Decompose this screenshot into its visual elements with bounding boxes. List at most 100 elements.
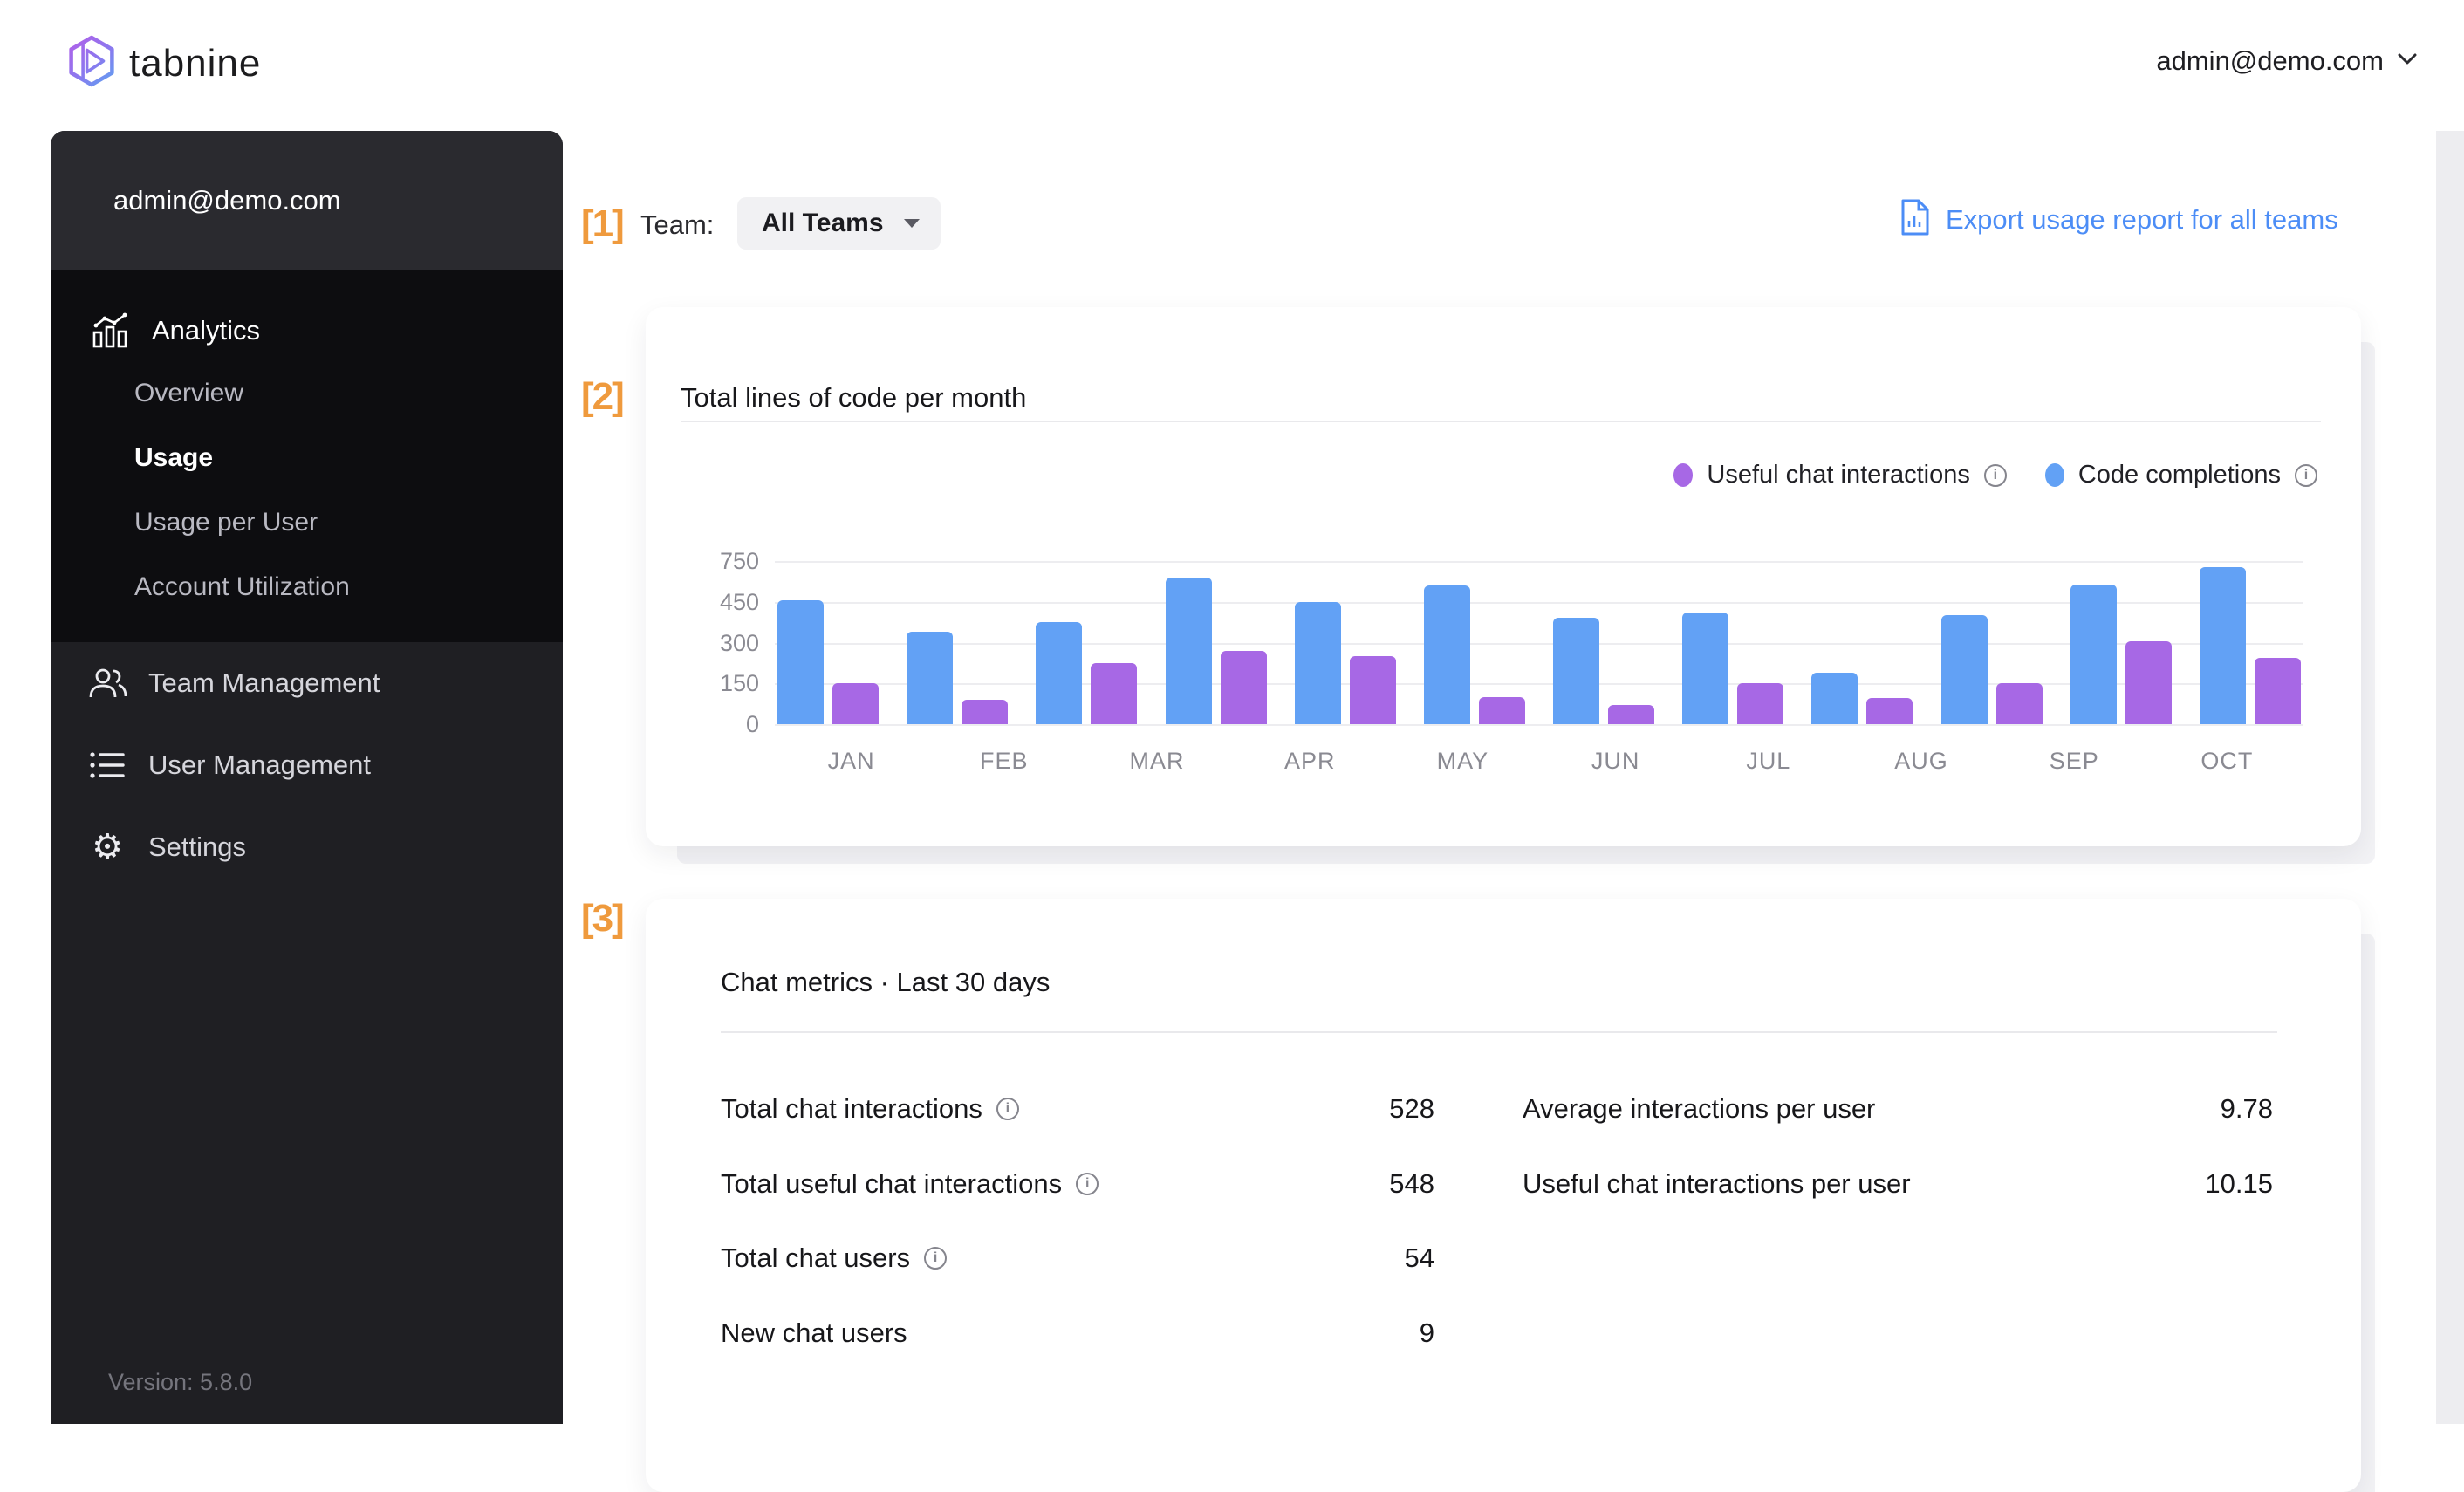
metric-value: 9 bbox=[1419, 1317, 1434, 1348]
y-tick-label: 450 bbox=[719, 588, 759, 615]
bar-code-completions bbox=[1036, 622, 1083, 724]
bar-code-completions bbox=[1294, 601, 1341, 724]
info-icon[interactable]: i bbox=[924, 1247, 948, 1270]
sidebar-item-overview[interactable]: Overview bbox=[51, 361, 563, 426]
x-tick-label: APR bbox=[1283, 748, 1336, 774]
bar-useful-chat-interactions bbox=[1608, 705, 1655, 724]
sidebar: admin@demo.com Analytics Overview Usage … bbox=[51, 131, 563, 1424]
bar-code-completions bbox=[1423, 585, 1470, 724]
bar-useful-chat-interactions bbox=[1737, 683, 1784, 724]
y-tick-label: 750 bbox=[719, 548, 759, 574]
chart-card: Total lines of code per month Useful cha… bbox=[646, 307, 2361, 846]
info-icon[interactable]: i bbox=[2295, 463, 2317, 487]
legend-dot-blue bbox=[2044, 463, 2064, 487]
export-usage-report-link[interactable]: Export usage report for all teams bbox=[1900, 199, 2338, 240]
sidebar-item-settings[interactable]: ⚙ Settings bbox=[51, 806, 563, 888]
sidebar-item-account-utilization[interactable]: Account Utilization bbox=[51, 555, 563, 619]
account-menu[interactable]: admin@demo.com bbox=[2156, 45, 2417, 77]
tabnine-logo: tabnine bbox=[68, 35, 261, 92]
sidebar-item-user-management[interactable]: User Management bbox=[51, 724, 563, 806]
annotation-marker-2: [2] bbox=[581, 375, 625, 418]
chat-metrics-card: Chat metrics · Last 30 days Total chat i… bbox=[646, 899, 2361, 1492]
x-tick-label: JUN bbox=[1591, 748, 1640, 774]
x-tick-label: AUG bbox=[1894, 748, 1948, 774]
bar-pair bbox=[777, 600, 879, 724]
metric-label: Total chat interactions bbox=[721, 1093, 982, 1124]
chart-legend: Useful chat interactions i Code completi… bbox=[1673, 461, 2317, 489]
tabnine-logo-icon bbox=[68, 35, 115, 92]
x-tick-label: JAN bbox=[827, 748, 875, 774]
metric-label: Total chat users bbox=[721, 1242, 911, 1273]
metric-row-new-chat-users: New chat usersi 9 bbox=[721, 1314, 1434, 1352]
sidebar-item-label: Analytics bbox=[152, 315, 261, 346]
sidebar-item-label: Team Management bbox=[148, 667, 380, 698]
bar-code-completions bbox=[777, 600, 824, 724]
bar-useful-chat-interactions bbox=[1091, 662, 1138, 724]
divider bbox=[681, 421, 2321, 422]
metric-label: Useful chat interactions per user bbox=[1523, 1168, 1911, 1199]
info-icon[interactable]: i bbox=[1076, 1173, 1099, 1195]
bar-code-completions bbox=[2199, 567, 2246, 724]
bar-useful-chat-interactions bbox=[2254, 657, 2301, 724]
sidebar-item-analytics[interactable]: Analytics bbox=[51, 300, 563, 361]
bar-pair bbox=[1682, 613, 1784, 724]
bar-useful-chat-interactions bbox=[1478, 696, 1525, 724]
legend-label: Useful chat interactions bbox=[1707, 461, 1970, 489]
sidebar-item-usage[interactable]: Usage bbox=[51, 426, 563, 490]
bar-code-completions bbox=[1553, 618, 1600, 724]
bar-code-completions bbox=[1811, 672, 1858, 724]
plot-area bbox=[775, 561, 2303, 726]
metric-row-average-interactions-per-user: Average interactions per user 9.78 bbox=[1523, 1090, 2273, 1128]
metric-value: 54 bbox=[1404, 1242, 1434, 1273]
info-icon[interactable]: i bbox=[1983, 463, 2007, 487]
bar-pair bbox=[1940, 615, 2043, 724]
version-label: Version: 5.8.0 bbox=[108, 1369, 253, 1395]
x-tick-label: MAR bbox=[1129, 748, 1185, 774]
metric-value: 10.15 bbox=[2205, 1168, 2273, 1199]
bar-pair bbox=[1165, 577, 1267, 724]
metric-row-total-chat-users: Total chat users i 54 bbox=[721, 1239, 1434, 1277]
bar-code-completions bbox=[1940, 615, 1988, 724]
info-icon[interactable]: i bbox=[996, 1098, 1019, 1120]
gear-icon: ⚙ bbox=[92, 827, 123, 867]
x-tick-label: FEB bbox=[980, 748, 1029, 774]
bars-container bbox=[775, 561, 2303, 724]
x-tick-label: MAY bbox=[1436, 748, 1489, 774]
bar-code-completions bbox=[2070, 584, 2117, 724]
bar-pair bbox=[1811, 672, 1913, 724]
sidebar-item-team-management[interactable]: Team Management bbox=[51, 642, 563, 724]
team-filter-label: Team: bbox=[640, 209, 715, 240]
bar-pair bbox=[907, 632, 1009, 724]
team-icon bbox=[87, 666, 127, 701]
bar-useful-chat-interactions bbox=[832, 683, 879, 724]
metric-row-total-useful-chat-interactions: Total useful chat interactions i 548 bbox=[721, 1165, 1434, 1203]
bar-pair bbox=[1553, 618, 1655, 724]
chart-y-axis: 750 450 300 150 0 bbox=[663, 548, 759, 737]
sidebar-item-usage-per-user[interactable]: Usage per User bbox=[51, 490, 563, 555]
sidebar-analytics-section: Analytics Overview Usage Usage per User … bbox=[51, 270, 563, 642]
metric-value: 548 bbox=[1389, 1168, 1434, 1199]
bar-useful-chat-interactions bbox=[1220, 650, 1267, 724]
y-tick-label: 150 bbox=[719, 670, 759, 697]
annotation-marker-3: [3] bbox=[581, 897, 625, 940]
bar-useful-chat-interactions bbox=[1995, 683, 2043, 724]
legend-dot-purple bbox=[1673, 463, 1694, 487]
metric-label: Total useful chat interactions bbox=[721, 1168, 1063, 1199]
sidebar-account-header: admin@demo.com bbox=[51, 131, 563, 270]
bar-useful-chat-interactions bbox=[1349, 656, 1396, 724]
account-email: admin@demo.com bbox=[2156, 45, 2384, 76]
divider bbox=[721, 1031, 2277, 1033]
metric-row-total-chat-interactions: Total chat interactions i 528 bbox=[721, 1090, 1434, 1128]
metric-value: 528 bbox=[1389, 1093, 1434, 1124]
bar-pair bbox=[2199, 567, 2301, 724]
export-link-label: Export usage report for all teams bbox=[1946, 203, 2338, 235]
metric-label: Average interactions per user bbox=[1523, 1093, 1876, 1124]
metrics-title: Chat metrics · Last 30 days bbox=[721, 967, 1051, 997]
chart-title: Total lines of code per month bbox=[681, 382, 1027, 413]
legend-item-useful-chat: Useful chat interactions i bbox=[1673, 461, 2007, 489]
dropdown-caret-icon bbox=[904, 219, 920, 228]
sidebar-nav: Team Management User Management ⚙ Settin… bbox=[51, 642, 563, 888]
page-scroll-gutter bbox=[2436, 131, 2464, 1424]
team-select-dropdown[interactable]: All Teams bbox=[737, 197, 941, 250]
bar-useful-chat-interactions bbox=[962, 699, 1009, 724]
